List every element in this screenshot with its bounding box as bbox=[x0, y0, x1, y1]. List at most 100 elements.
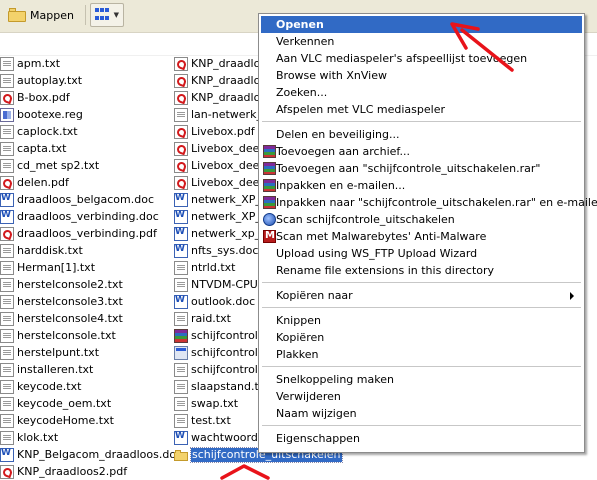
menu-item-eigenschappen[interactable]: Eigenschappen bbox=[261, 430, 582, 447]
file-item[interactable]: keycodeHome.txt bbox=[0, 413, 114, 429]
file-item[interactable]: KNP_Belgacom_draadloos.doc bbox=[0, 447, 182, 463]
file-item[interactable]: Herman[1].txt bbox=[0, 260, 95, 276]
menu-item-delen-en-beveiliging[interactable]: Delen en beveiliging... bbox=[261, 126, 582, 143]
pdf-file-icon bbox=[0, 465, 14, 479]
file-item[interactable]: schijfcontrole bbox=[174, 362, 265, 378]
file-name: herstelconsole3.txt bbox=[17, 295, 123, 308]
file-item[interactable]: apm.txt bbox=[0, 56, 60, 72]
file-item[interactable]: draadloos_verbinding.doc bbox=[0, 209, 159, 225]
menu-item-rename-file-extensions-in-this-d[interactable]: Rename file extensions in this directory bbox=[261, 262, 582, 279]
menu-item-scan-schijfcontrole-uitschakelen[interactable]: Scan schijfcontrole_uitschakelen bbox=[261, 211, 582, 228]
scan-icon bbox=[263, 213, 276, 226]
menu-item-kopi-ren-naar[interactable]: Kopiëren naar bbox=[261, 287, 582, 304]
text-file-icon bbox=[0, 125, 14, 139]
pdf-file-icon bbox=[174, 142, 188, 156]
views-button[interactable]: ▼ bbox=[90, 3, 124, 27]
folders-button[interactable]: Mappen bbox=[4, 3, 82, 27]
file-name: keycode_oem.txt bbox=[17, 397, 112, 410]
file-item[interactable]: NTVDM-CPU.t bbox=[174, 277, 266, 293]
menu-separator bbox=[262, 366, 581, 367]
file-item[interactable]: Livebox_deel bbox=[174, 141, 262, 157]
menu-item-inpakken-naar-schijfcontrole-uit[interactable]: Inpakken naar "schijfcontrole_uitschakel… bbox=[261, 194, 597, 211]
file-item[interactable]: capta.txt bbox=[0, 141, 66, 157]
menu-item-upload-using-ws-ftp-upload-wizar[interactable]: Upload using WS_FTP Upload Wizard bbox=[261, 245, 582, 262]
word-doc-icon bbox=[0, 193, 14, 207]
file-name: KNP_draadloos2.pdf bbox=[17, 465, 128, 478]
file-item[interactable]: keycode.txt bbox=[0, 379, 81, 395]
file-item[interactable]: keycode_oem.txt bbox=[0, 396, 111, 412]
file-item[interactable]: herstelconsole.txt bbox=[0, 328, 116, 344]
menu-item-zoeken[interactable]: Zoeken... bbox=[261, 84, 582, 101]
file-item[interactable]: caplock.txt bbox=[0, 124, 78, 140]
file-item[interactable]: klok.txt bbox=[0, 430, 58, 446]
menu-item-aan-vlc-mediaspeler-s-afspeellij[interactable]: Aan VLC mediaspeler's afspeellijst toevo… bbox=[261, 50, 582, 67]
file-item[interactable]: harddisk.txt bbox=[0, 243, 83, 259]
pdf-file-icon bbox=[174, 125, 188, 139]
menu-item-snelkoppeling-maken[interactable]: Snelkoppeling maken bbox=[261, 371, 582, 388]
file-name: autoplay.txt bbox=[17, 74, 83, 87]
menu-item-label: Toevoegen aan archief... bbox=[276, 145, 410, 158]
file-item[interactable]: bootexe.reg bbox=[0, 107, 83, 123]
menu-item-browse-with-xnview[interactable]: Browse with XnView bbox=[261, 67, 582, 84]
file-item[interactable]: draadloos_belgacom.doc bbox=[0, 192, 154, 208]
file-item[interactable]: outlook.doc bbox=[174, 294, 255, 310]
file-item[interactable]: KNP_draadloos2.pdf bbox=[0, 464, 127, 480]
menu-item-knippen[interactable]: Knippen bbox=[261, 312, 582, 329]
file-item[interactable]: delen.pdf bbox=[0, 175, 69, 191]
file-item[interactable]: netwerk_XP_ bbox=[174, 192, 261, 208]
file-item[interactable]: wachtwoord. bbox=[174, 430, 261, 446]
file-name: netwerk_xp_ bbox=[191, 227, 261, 240]
file-item[interactable]: installeren.txt bbox=[0, 362, 93, 378]
file-item[interactable]: slaapstand.tx bbox=[174, 379, 265, 395]
file-item[interactable]: Livebox.pdf bbox=[174, 124, 255, 140]
file-item[interactable]: Livebox_deel bbox=[174, 158, 262, 174]
file-name: bootexe.reg bbox=[17, 108, 83, 121]
file-item[interactable]: lan-netwerk_ bbox=[174, 107, 262, 123]
file-item[interactable]: herstelconsole3.txt bbox=[0, 294, 123, 310]
file-name: schijfcontrole bbox=[191, 363, 265, 376]
file-name: Livebox.pdf bbox=[191, 125, 255, 138]
menu-item-inpakken-en-e-mailen[interactable]: Inpakken en e-mailen... bbox=[261, 177, 582, 194]
menu-item-verwijderen[interactable]: Verwijderen bbox=[261, 388, 582, 405]
pdf-file-icon bbox=[174, 57, 188, 71]
menu-item-plakken[interactable]: Plakken bbox=[261, 346, 582, 363]
file-item[interactable]: netwerk_XP_ bbox=[174, 209, 261, 225]
word-doc-icon bbox=[0, 448, 14, 462]
menu-item-afspelen-met-vlc-mediaspeler[interactable]: Afspelen met VLC mediaspeler bbox=[261, 101, 582, 118]
file-name: test.txt bbox=[191, 414, 231, 427]
file-item[interactable]: Livebox_deel bbox=[174, 175, 262, 191]
file-item[interactable]: herstelconsole2.txt bbox=[0, 277, 123, 293]
text-file-icon bbox=[0, 380, 14, 394]
winrar-icon bbox=[263, 162, 276, 175]
menu-item-naam-wijzigen[interactable]: Naam wijzigen bbox=[261, 405, 582, 422]
file-name: herstelconsole2.txt bbox=[17, 278, 123, 291]
text-file-icon bbox=[174, 278, 188, 292]
file-item[interactable]: schijfcontrole bbox=[174, 328, 265, 344]
views-grid-icon bbox=[95, 8, 110, 22]
menu-item-toevoegen-aan-archief[interactable]: Toevoegen aan archief... bbox=[261, 143, 582, 160]
file-name: schijfcontrole bbox=[191, 329, 265, 342]
file-item[interactable]: cd_met sp2.txt bbox=[0, 158, 99, 174]
menu-item-scan-met-malwarebytes-anti-malwa[interactable]: Scan met Malwarebytes' Anti-Malware bbox=[261, 228, 582, 245]
file-item[interactable]: raid.txt bbox=[174, 311, 231, 327]
file-item[interactable]: netwerk_xp_ bbox=[174, 226, 260, 242]
file-item[interactable]: autoplay.txt bbox=[0, 73, 82, 89]
file-item[interactable]: herstelconsole4.txt bbox=[0, 311, 123, 327]
file-item[interactable]: draadloos_verbinding.pdf bbox=[0, 226, 157, 242]
file-name: nfts_sys.doc bbox=[191, 244, 259, 257]
context-menu: Openen Verkennen Aan VLC mediaspeler's afs… bbox=[258, 13, 597, 453]
file-item[interactable]: ntrld.txt bbox=[174, 260, 235, 276]
file-item[interactable]: test.txt bbox=[174, 413, 231, 429]
file-item[interactable]: swap.txt bbox=[174, 396, 238, 412]
file-item[interactable]: nfts_sys.doc bbox=[174, 243, 258, 259]
word-doc-icon bbox=[174, 431, 188, 445]
menu-item-verkennen[interactable]: Verkennen bbox=[261, 33, 582, 50]
file-item[interactable]: schijfcontrole bbox=[174, 345, 265, 361]
file-name: capta.txt bbox=[17, 142, 67, 155]
file-item[interactable]: B-box.pdf bbox=[0, 90, 70, 106]
menu-item-label: Knippen bbox=[276, 314, 321, 327]
menu-item-openen[interactable]: Openen bbox=[261, 16, 582, 33]
menu-item-toevoegen-aan-schijfcontrole-uit[interactable]: Toevoegen aan "schijfcontrole_uitschakel… bbox=[261, 160, 582, 177]
file-item[interactable]: herstelpunt.txt bbox=[0, 345, 99, 361]
menu-item-kopi-ren[interactable]: Kopiëren bbox=[261, 329, 582, 346]
